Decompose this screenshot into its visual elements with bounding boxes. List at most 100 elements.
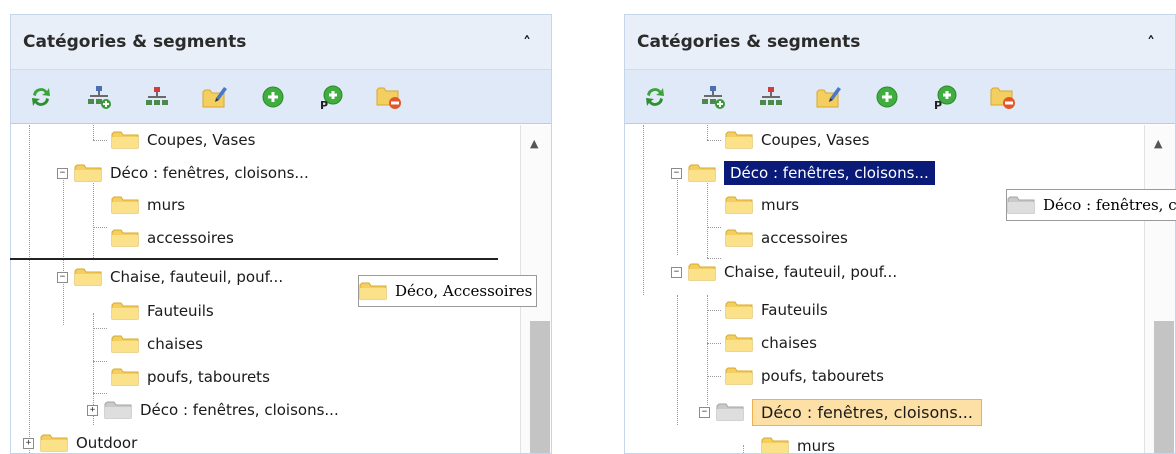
tree-node-coupes[interactable]: Coupes, Vases [111, 125, 255, 155]
gray-folder-icon [716, 403, 744, 421]
vertical-scrollbar[interactable]: ▲ [1144, 125, 1175, 453]
category-tree-icon[interactable] [758, 84, 784, 110]
tree-node-label: Chaise, fauteuil, pouf... [110, 268, 284, 286]
tree-node-murs[interactable]: murs [111, 190, 185, 220]
tree-node-label: Déco : fenêtres, cloisons... [724, 161, 935, 185]
tree-node-label: poufs, tabourets [761, 367, 884, 385]
tree-node-accessoires[interactable]: accessoires [725, 223, 848, 253]
categories-panel-left: Catégories & segments ˄ Coupes, Vases − [10, 14, 552, 454]
toolbar [625, 70, 1175, 124]
tree-node-chaise[interactable]: − Chaise, fauteuil, pouf... [57, 262, 283, 292]
tree-node-label: Coupes, Vases [147, 131, 256, 149]
tree-node-fauteuils[interactable]: Fauteuils [111, 296, 214, 326]
refresh-icon[interactable] [642, 84, 668, 110]
tree-node-chaises[interactable]: chaises [725, 328, 817, 358]
folder-icon [111, 335, 139, 353]
tree-node-label: Déco : fenêtres, cloisons... [752, 398, 982, 426]
category-tree: Coupes, Vases − Déco : fenêtres, cloison… [625, 125, 1175, 453]
add-product-icon[interactable] [932, 84, 958, 110]
tree-node-label: chaises [761, 334, 817, 352]
folder-icon [111, 302, 139, 320]
expand-toggle[interactable]: + [87, 404, 98, 416]
folder-icon [74, 164, 102, 182]
tree-node-label: Déco : fenêtres, cloisons... [140, 401, 339, 419]
folder-icon [688, 164, 716, 182]
tree-node-label: Coupes, Vases [761, 131, 870, 149]
scroll-thumb[interactable] [1154, 321, 1174, 453]
add-category-tree-icon[interactable] [86, 84, 112, 110]
scroll-up-arrow-icon[interactable]: ▲ [1154, 137, 1162, 150]
tree-node-fauteuils[interactable]: Fauteuils [725, 295, 828, 325]
folder-icon [725, 229, 753, 247]
collapse-chevron-up-icon[interactable]: ˄ [523, 33, 531, 52]
tree-node-label: Fauteuils [147, 302, 214, 320]
edit-folder-icon[interactable] [202, 84, 228, 110]
folder-icon [40, 434, 68, 452]
tree-node-chaise[interactable]: − Chaise, fauteuil, pouf... [671, 257, 897, 287]
folder-icon [111, 229, 139, 247]
folder-icon [111, 196, 139, 214]
tree-node-deco-copy[interactable]: + Déco : fenêtres, cloisons... [87, 395, 339, 425]
tree-node-label: Outdoor [76, 434, 138, 452]
tree-node-murs-copy[interactable]: murs [761, 431, 836, 454]
drag-ghost-label: Déco, Accessoires [395, 282, 533, 300]
folder-icon [725, 367, 753, 385]
tree-node-deco[interactable]: − Déco : fenêtres, cloisons... [57, 158, 309, 188]
folder-icon [725, 131, 753, 149]
add-icon[interactable] [874, 84, 900, 110]
tree-node-poufs[interactable]: poufs, tabourets [111, 362, 270, 392]
folder-icon [359, 282, 387, 300]
add-category-tree-icon[interactable] [700, 84, 726, 110]
folder-icon [725, 301, 753, 319]
tree-node-murs[interactable]: murs [725, 190, 799, 220]
scroll-thumb[interactable] [530, 321, 550, 453]
category-tree-icon[interactable] [144, 84, 170, 110]
collapse-toggle[interactable]: − [57, 167, 68, 179]
scroll-up-arrow-icon[interactable]: ▲ [530, 137, 538, 150]
tree-node-label: chaises [147, 335, 203, 353]
tree-node-coupes[interactable]: Coupes, Vases [725, 125, 869, 155]
gray-folder-icon [1007, 196, 1035, 214]
tree-node-label: poufs, tabourets [147, 368, 270, 386]
tree-node-label: Déco : fenêtres, cloisons... [110, 164, 309, 182]
remove-folder-icon[interactable] [376, 84, 402, 110]
tree-node-chaises[interactable]: chaises [111, 329, 203, 359]
tree-node-label: murs [147, 196, 186, 214]
collapse-toggle[interactable]: − [57, 271, 68, 283]
panel-title: Catégories & segments [637, 32, 861, 52]
collapse-chevron-up-icon[interactable]: ˄ [1147, 33, 1155, 52]
collapse-toggle[interactable]: − [671, 167, 682, 179]
remove-folder-icon[interactable] [990, 84, 1016, 110]
folder-icon [111, 131, 139, 149]
add-icon[interactable] [260, 84, 286, 110]
edit-folder-icon[interactable] [816, 84, 842, 110]
tree-node-poufs[interactable]: poufs, tabourets [725, 361, 884, 391]
tree-node-label: murs [797, 437, 836, 454]
drag-ghost-label: Déco : fenêtres, cloisons... [1043, 196, 1176, 214]
expand-toggle[interactable]: + [23, 437, 34, 449]
tree-node-label: murs [761, 196, 800, 214]
tree-node-accessoires[interactable]: accessoires [111, 223, 234, 253]
panel-header: Catégories & segments ˄ [11, 15, 551, 70]
add-product-icon[interactable] [318, 84, 344, 110]
collapse-toggle[interactable]: − [699, 406, 710, 418]
panel-header: Catégories & segments ˄ [625, 15, 1175, 70]
tree-node-label: accessoires [761, 229, 848, 247]
tree-node-outdoor[interactable]: + Outdoor [23, 428, 138, 453]
drag-ghost-item: Déco : fenêtres, cloisons... [1006, 189, 1176, 221]
drop-position-line [10, 258, 498, 260]
panel-title: Catégories & segments [23, 32, 247, 52]
toolbar [11, 70, 551, 124]
drag-ghost-item: Déco, Accessoires [358, 275, 538, 307]
tree-node-deco-copy-highlighted[interactable]: − Déco : fenêtres, cloisons... [699, 397, 982, 427]
tree-node-deco-selected[interactable]: − Déco : fenêtres, cloisons... [671, 158, 935, 188]
folder-icon [725, 334, 753, 352]
folder-icon [725, 196, 753, 214]
drag-ghost-clip: Déco : fenêtres, cloisons... [1006, 189, 1176, 223]
refresh-icon[interactable] [28, 84, 54, 110]
categories-panel-right: Catégories & segments ˄ Coupes, Vases − [624, 14, 1176, 454]
tree-node-label: Fauteuils [761, 301, 828, 319]
folder-icon [111, 368, 139, 386]
collapse-toggle[interactable]: − [671, 266, 682, 278]
tree-node-label: Chaise, fauteuil, pouf... [724, 263, 898, 281]
